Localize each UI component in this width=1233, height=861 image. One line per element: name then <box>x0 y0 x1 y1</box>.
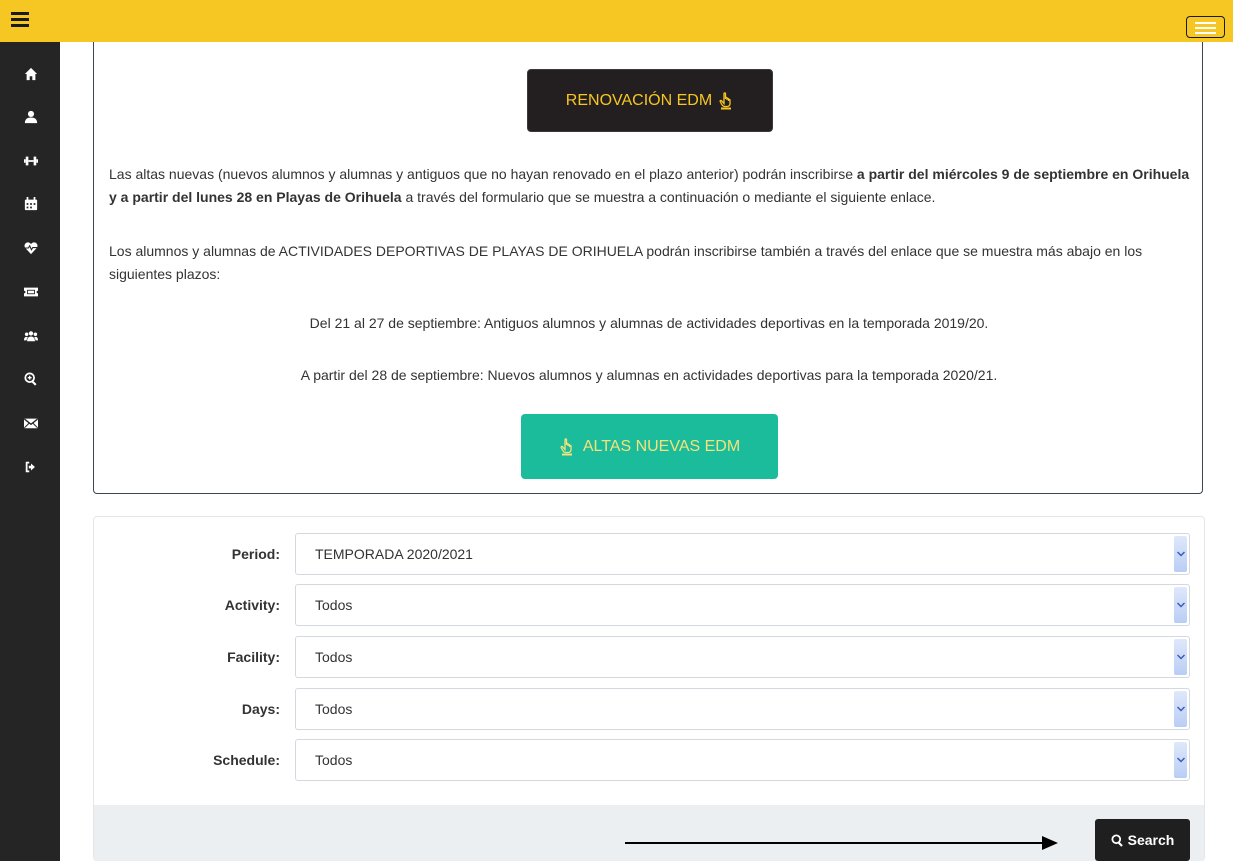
top-bar <box>0 0 1233 42</box>
ticket-icon[interactable] <box>22 283 40 301</box>
renovacion-label: RENOVACIÓN EDM <box>565 91 713 109</box>
user-icon[interactable] <box>22 108 40 126</box>
chevron-down-icon <box>1174 691 1187 727</box>
chevron-down-icon <box>1174 639 1187 675</box>
chevron-down-icon <box>1174 742 1187 778</box>
hand-pointer-icon <box>718 91 734 110</box>
activity-label: Activity: <box>224 597 280 613</box>
filter-row-activity: Activity: Todos <box>94 584 1206 626</box>
users-icon[interactable] <box>22 327 40 345</box>
deadline-line-2: A partir del 28 de septiembre: Nuevos al… <box>300 367 998 383</box>
chevron-down-icon <box>1174 587 1187 623</box>
days-value: Todos <box>315 701 353 717</box>
search-plus-icon[interactable] <box>22 370 40 388</box>
sidebar <box>0 42 60 861</box>
para1-end: a través del formulario que se muestra a… <box>401 189 936 205</box>
filter-row-period: Period: TEMPORADA 2020/2021 <box>94 533 1206 575</box>
envelope-icon[interactable] <box>22 414 40 432</box>
hamburger-icon[interactable] <box>11 12 29 28</box>
renovacion-edm-button[interactable]: RENOVACIÓN EDM <box>527 69 773 132</box>
annotation-arrow <box>625 842 1045 844</box>
arrow-head-icon <box>1042 836 1058 850</box>
activity-select[interactable]: Todos <box>295 584 1190 626</box>
filter-row-days: Days: Todos <box>94 688 1206 730</box>
filter-footer: Search <box>94 805 1204 861</box>
schedule-value: Todos <box>315 752 353 768</box>
altas-nuevas-edm-button[interactable]: ALTAS NUEVAS EDM <box>521 414 778 479</box>
para1-text: Las altas nuevas (nuevos alumnos y alumn… <box>109 166 857 182</box>
schedule-select[interactable]: Todos <box>295 739 1190 781</box>
period-label: Period: <box>231 546 280 562</box>
filter-row-schedule: Schedule: Todos <box>94 739 1206 781</box>
info-paragraph-1: Las altas nuevas (nuevos alumnos y alumn… <box>109 163 1194 209</box>
home-icon[interactable] <box>22 65 40 83</box>
filter-row-facility: Facility: Todos <box>94 636 1206 678</box>
info-box: RENOVACIÓN EDM Las altas nuevas (nuevos … <box>93 42 1203 494</box>
main-content: RENOVACIÓN EDM Las altas nuevas (nuevos … <box>77 42 1233 861</box>
search-label: Search <box>1127 832 1175 848</box>
altas-label: ALTAS NUEVAS EDM <box>582 437 741 455</box>
chevron-down-icon <box>1174 536 1187 572</box>
days-label: Days: <box>241 701 280 717</box>
schedule-label: Schedule: <box>213 752 280 768</box>
heartbeat-icon[interactable] <box>22 239 40 257</box>
period-select[interactable]: TEMPORADA 2020/2021 <box>295 533 1190 575</box>
navbar-toggle-button[interactable] <box>1186 16 1225 38</box>
search-icon <box>1111 833 1123 847</box>
facility-select[interactable]: Todos <box>295 636 1190 678</box>
hand-pointer-icon <box>559 437 575 456</box>
dumbbell-icon[interactable] <box>22 152 40 170</box>
sign-out-icon[interactable] <box>22 458 40 476</box>
activity-value: Todos <box>315 597 353 613</box>
days-select[interactable]: Todos <box>295 688 1190 730</box>
facility-label: Facility: <box>227 649 280 665</box>
filter-panel: Period: TEMPORADA 2020/2021 Activity: To… <box>93 516 1205 861</box>
deadline-line-1: Del 21 al 27 de septiembre: Antiguos alu… <box>309 315 989 331</box>
calendar-icon[interactable] <box>22 195 40 213</box>
facility-value: Todos <box>315 649 353 665</box>
period-value: TEMPORADA 2020/2021 <box>315 546 473 562</box>
search-button[interactable]: Search <box>1095 819 1190 861</box>
info-paragraph-2: Los alumnos y alumnas de ACTIVIDADES DEP… <box>109 243 1143 282</box>
